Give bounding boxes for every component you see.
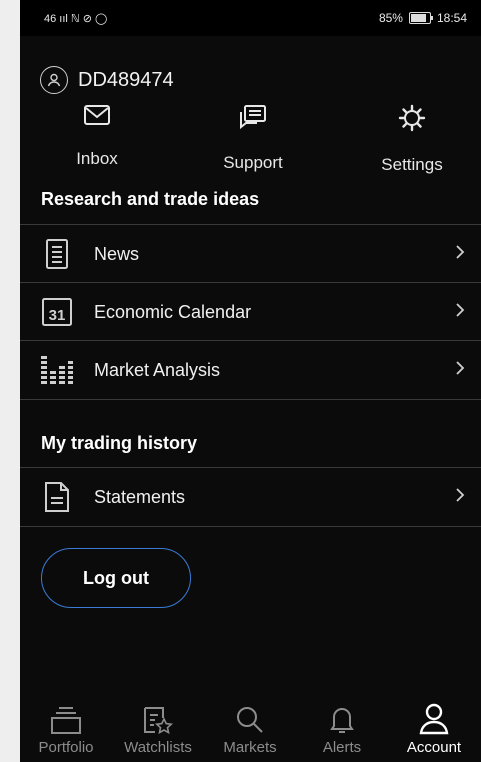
menu-item-label: Economic Calendar <box>94 301 252 322</box>
research-section-title: Research and trade ideas <box>41 189 260 209</box>
status-bar: 46 ııl ℕ ⊘ ◯ 85% 18:54 <box>20 0 481 36</box>
watchlist-icon <box>142 701 174 735</box>
support-label: Support <box>223 153 283 172</box>
nav-alerts[interactable]: Alerts <box>296 700 388 762</box>
account-id: DD489474 <box>78 68 174 91</box>
avatar-icon <box>40 66 68 94</box>
document-icon <box>40 481 74 513</box>
chevron-right-icon <box>455 302 465 323</box>
nav-watchlists[interactable]: Watchlists <box>112 700 204 762</box>
menu-item-label: News <box>94 243 140 264</box>
nav-label: Markets <box>223 739 277 756</box>
divider <box>20 399 481 400</box>
nav-label: Portfolio <box>38 739 94 756</box>
history-section-title: My trading history <box>41 433 198 453</box>
nav-markets[interactable]: Markets <box>204 700 296 762</box>
battery-icon <box>408 12 433 24</box>
nav-label: Watchlists <box>124 739 192 756</box>
inbox-label: Inbox <box>76 149 118 168</box>
support-button[interactable]: Support <box>198 104 308 173</box>
menu-item-label: Market Analysis <box>94 359 221 380</box>
app-screen: 46 ııl ℕ ⊘ ◯ 85% 18:54 DD489474 Inbox Su… <box>20 0 481 762</box>
gear-icon <box>398 104 426 137</box>
user-row[interactable]: DD489474 <box>40 66 174 94</box>
menu-item-label: Statements <box>94 486 186 507</box>
settings-label: Settings <box>381 155 443 174</box>
menu-item-statements[interactable]: Statements <box>20 467 481 526</box>
menu-item-economic-calendar[interactable]: 31 Economic Calendar <box>20 282 481 341</box>
portfolio-icon <box>50 701 82 735</box>
inbox-button[interactable]: Inbox <box>42 104 152 169</box>
status-icons: 46 ııl ℕ ⊘ ◯ <box>44 12 108 25</box>
bell-icon <box>329 701 355 735</box>
clock: 18:54 <box>436 11 467 25</box>
bottom-nav: Portfolio Watchlists Markets Alerts Acco… <box>20 700 481 762</box>
battery-percent: 85% <box>378 11 403 25</box>
chat-icon <box>237 104 269 135</box>
svg-text:31: 31 <box>49 307 66 324</box>
status-right: 85% 18:54 <box>379 11 467 25</box>
search-icon <box>235 701 265 735</box>
menu-item-market-analysis[interactable]: Market Analysis <box>20 340 481 399</box>
settings-button[interactable]: Settings <box>357 104 467 175</box>
nav-account[interactable]: Account <box>388 700 480 762</box>
logout-button[interactable]: Log out <box>41 548 191 608</box>
chart-icon <box>40 354 74 386</box>
news-icon <box>40 238 74 270</box>
chevron-right-icon <box>455 360 465 381</box>
chevron-right-icon <box>455 244 465 265</box>
nav-portfolio[interactable]: Portfolio <box>20 700 112 762</box>
menu-item-news[interactable]: News <box>20 224 481 283</box>
divider <box>20 526 481 527</box>
quick-actions: Inbox Support Settings <box>20 104 481 180</box>
chevron-right-icon <box>455 487 465 508</box>
mail-icon <box>83 104 111 131</box>
nav-label: Account <box>406 739 462 756</box>
battery-fill <box>410 14 427 22</box>
person-icon <box>418 701 450 735</box>
nav-label: Alerts <box>322 739 362 756</box>
calendar-icon: 31 <box>40 297 74 327</box>
